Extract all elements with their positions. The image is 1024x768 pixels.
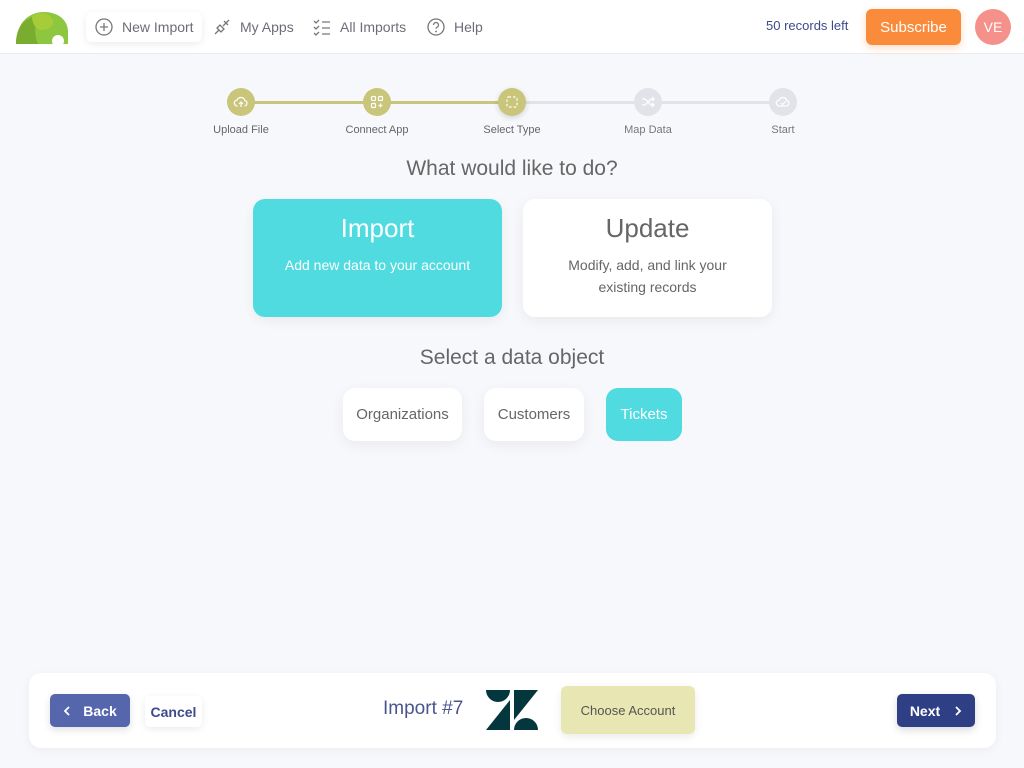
step-label: Map Data (624, 124, 672, 136)
elephant-logo[interactable] (14, 10, 68, 44)
nav-my-apps[interactable]: My Apps (204, 12, 302, 42)
cloud-check-icon (775, 96, 790, 107)
nav-label: New Import (122, 19, 194, 35)
dashed-square-icon (506, 96, 518, 108)
checklist-icon (313, 19, 330, 36)
card-title: Update (605, 213, 690, 243)
action-question: What would like to do? (406, 157, 618, 180)
nav-help[interactable]: Help (418, 12, 491, 42)
import-name: Import #7 (383, 698, 464, 719)
plug-icon (214, 19, 230, 35)
step-connect-app: Connect App (327, 88, 427, 136)
data-object-title: Select a data object (419, 346, 605, 369)
back-button[interactable]: Back (50, 694, 130, 727)
import-option-card[interactable]: Import Add new data to your account (253, 199, 502, 317)
step-label: Start (771, 124, 795, 136)
chevron-right-icon (955, 705, 962, 716)
question-icon (427, 18, 445, 36)
cancel-button[interactable]: Cancel (145, 696, 202, 727)
nav-label: Help (454, 19, 483, 35)
avatar[interactable]: VE (975, 9, 1011, 45)
next-button[interactable]: Next (897, 694, 975, 727)
progress-stepper: Upload File Connect App Select Type Map … (0, 88, 1024, 148)
step-start: Start (733, 88, 833, 136)
nav-label: All Imports (340, 19, 407, 35)
object-organizations[interactable]: Organizations (343, 388, 462, 441)
step-upload-file: Upload File (191, 88, 291, 136)
card-description: Modify, add, and link your existing reco… (568, 257, 727, 295)
object-customers[interactable]: Customers (484, 388, 584, 441)
next-label: Next (909, 702, 941, 719)
step-label: Upload File (213, 124, 269, 136)
zendesk-logo (486, 690, 538, 730)
card-title: Import (340, 213, 415, 243)
apps-add-icon (370, 95, 384, 109)
top-bar: New Import My Apps All Imports Help 50 r… (0, 0, 1024, 54)
nav-all-imports[interactable]: All Imports (304, 12, 414, 42)
footer-bar: Back Cancel Import #7 Choose Account Nex… (29, 673, 996, 748)
nav-new-import[interactable]: New Import (86, 12, 202, 42)
back-label: Back (83, 702, 117, 719)
records-left: 50 records left (766, 18, 849, 33)
plus-circle-icon (95, 18, 113, 36)
object-tickets[interactable]: Tickets (606, 388, 682, 441)
subscribe-button[interactable]: Subscribe (866, 9, 961, 45)
step-label: Connect App (345, 124, 409, 136)
choose-account-button[interactable]: Choose Account (561, 686, 695, 734)
step-label: Select Type (483, 124, 541, 136)
step-map-data: Map Data (598, 88, 698, 136)
step-select-type: Select Type (462, 88, 562, 136)
update-option-card[interactable]: Update Modify, add, and link your existi… (523, 199, 772, 317)
card-description: Add new data to your account (284, 257, 471, 273)
cloud-upload-icon (233, 96, 248, 107)
shuffle-icon (642, 96, 655, 108)
chevron-left-icon (63, 705, 70, 716)
nav-label: My Apps (240, 19, 294, 35)
